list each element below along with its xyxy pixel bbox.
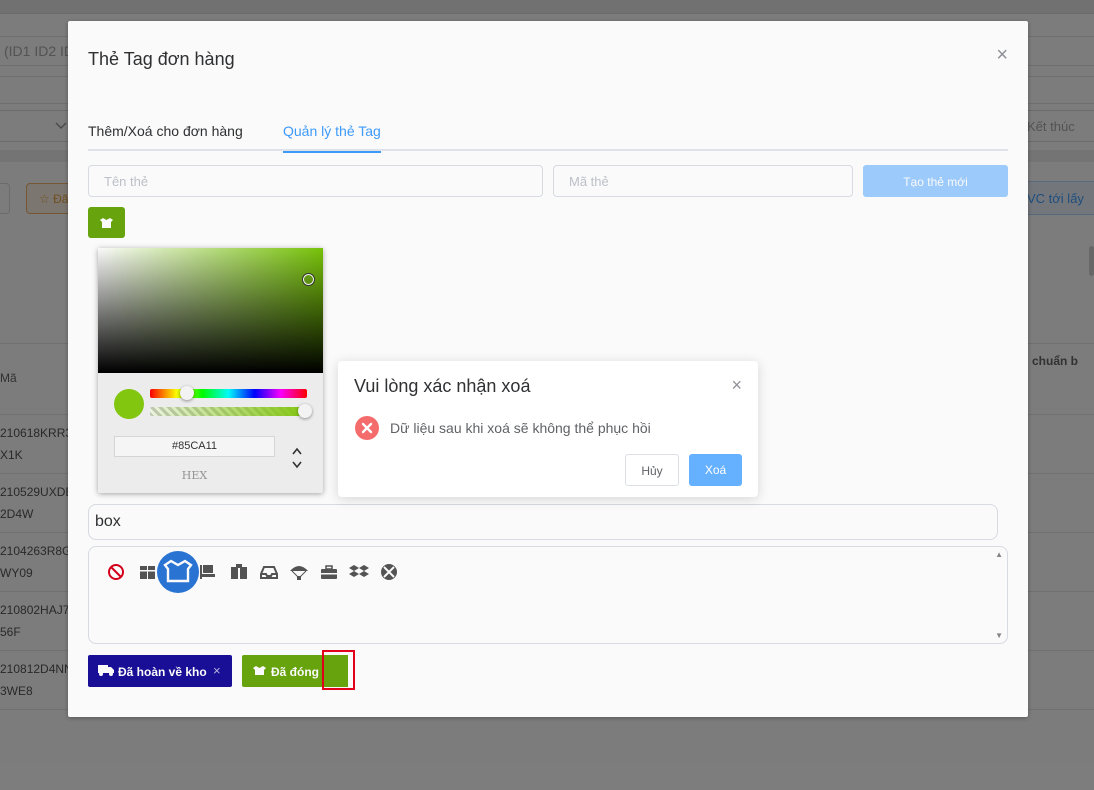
close-icon[interactable]: × xyxy=(731,375,742,396)
confirm-message: Dữ liệu sau khi xoá sẽ không thể phục hồ… xyxy=(390,420,651,436)
confirm-title: Vui lòng xác nhận xoá xyxy=(354,376,531,396)
confirm-delete-button[interactable]: Xoá xyxy=(689,454,742,486)
cancel-button[interactable]: Hủy xyxy=(625,454,679,486)
confirm-dialog: Vui lòng xác nhận xoá × Dữ liệu sau khi … xyxy=(338,361,758,497)
error-circle-icon xyxy=(355,416,379,440)
